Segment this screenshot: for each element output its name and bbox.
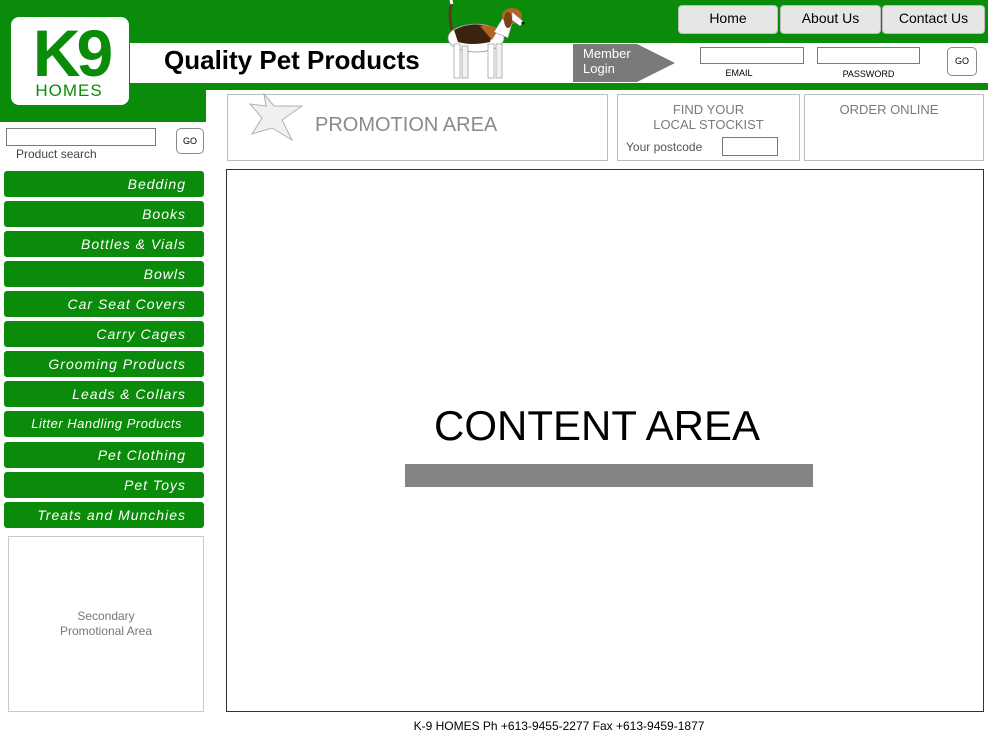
nav-about-button[interactable]: About Us — [780, 5, 881, 34]
search-go-button[interactable]: GO — [176, 128, 204, 154]
category-grooming-products[interactable]: Grooming Products — [4, 351, 204, 377]
password-label: PASSWORD — [842, 69, 895, 79]
category-books[interactable]: Books — [4, 201, 204, 227]
postcode-label: Your postcode — [626, 140, 703, 154]
logo-brand: K9 — [32, 16, 113, 90]
stockist-title: FIND YOUR LOCAL STOCKIST — [617, 102, 800, 132]
secondary-promo-line1: Secondary — [77, 609, 135, 623]
category-bottles-vials[interactable]: Bottles & Vials — [4, 231, 204, 257]
category-litter-handling[interactable]: Litter Handling Products — [4, 411, 204, 437]
site-title: Quality Pet Products — [164, 45, 420, 75]
category-bedding[interactable]: Bedding — [4, 171, 204, 197]
category-treats-munchies[interactable]: Treats and Munchies — [4, 502, 204, 528]
nav-contact-button[interactable]: Contact Us — [882, 5, 985, 34]
nav-home-button[interactable]: Home — [678, 5, 778, 34]
email-label: EMAIL — [725, 68, 753, 78]
order-online-title: ORDER ONLINE — [839, 102, 939, 117]
footer-contact: K-9 HOMES Ph +613-9455-2277 Fax +613-945… — [413, 719, 705, 733]
member-arrow-icon — [637, 44, 675, 82]
content-area-title: CONTENT AREA — [434, 402, 760, 449]
category-bowls[interactable]: Bowls — [4, 261, 204, 287]
category-pet-clothing[interactable]: Pet Clothing — [4, 442, 204, 468]
stockist-line2: LOCAL STOCKIST — [653, 117, 764, 132]
content-area: CONTENT AREA — [226, 169, 984, 712]
email-field[interactable] — [700, 47, 804, 64]
secondary-promotional-area: Secondary Promotional Area — [8, 536, 204, 712]
category-leads-collars[interactable]: Leads & Collars — [4, 381, 204, 407]
product-search-input[interactable] — [6, 128, 156, 146]
postcode-input[interactable] — [722, 137, 778, 156]
member-login-line1: Member — [583, 46, 631, 61]
member-login-label: Member Login — [573, 44, 637, 82]
member-login-line2: Login — [583, 61, 615, 76]
beagle-image — [447, 0, 525, 79]
category-carry-cages[interactable]: Carry Cages — [4, 321, 204, 347]
logo-subtitle: HOMES — [35, 81, 103, 100]
product-search-label: Product search — [16, 147, 97, 161]
promotion-area-title: PROMOTION AREA — [315, 114, 498, 136]
category-pet-toys[interactable]: Pet Toys — [4, 472, 204, 498]
star-icon — [248, 92, 304, 142]
login-go-button[interactable]: GO — [947, 47, 977, 76]
content-placeholder-bar — [405, 464, 813, 487]
category-car-seat-covers[interactable]: Car Seat Covers — [4, 291, 204, 317]
secondary-promo-line2: Promotional Area — [59, 624, 153, 638]
password-field[interactable] — [817, 47, 920, 64]
stockist-line1: FIND YOUR — [672, 102, 745, 117]
